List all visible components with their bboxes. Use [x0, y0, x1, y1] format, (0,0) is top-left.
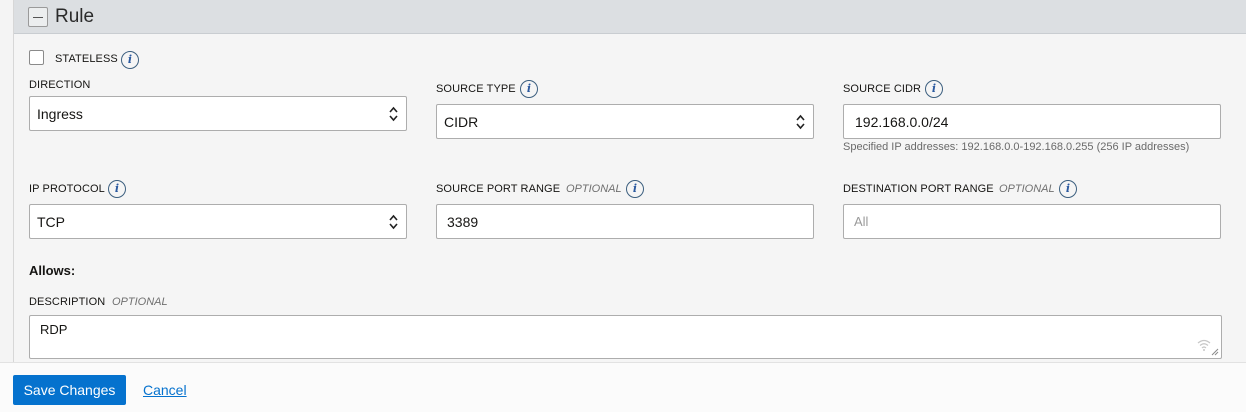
destination-port-range-placeholder: All	[854, 214, 869, 229]
footer-bar: Save Changes Cancel	[0, 362, 1246, 412]
chevron-updown-icon	[796, 114, 805, 130]
panel-header: Rule	[14, 0, 1246, 34]
description-optional: OPTIONAL	[112, 296, 168, 308]
description-textarea[interactable]: RDP	[29, 315, 1222, 359]
source-cidr-hint: Specified IP addresses: 192.168.0.0-192.…	[843, 141, 1190, 153]
source-cidr-input[interactable]: 192.168.0.0/24	[843, 104, 1221, 139]
source-type-label: SOURCE TYPE	[436, 83, 516, 95]
password-manager-icon[interactable]	[1197, 339, 1211, 351]
save-changes-button[interactable]: Save Changes	[13, 375, 126, 405]
source-type-info-icon[interactable]: i	[520, 80, 538, 98]
stateless-label: STATELESS	[55, 53, 118, 65]
chevron-updown-icon	[389, 214, 398, 230]
ip-protocol-select[interactable]: TCP	[29, 204, 407, 239]
rule-panel: Rule STATELESS i DIRECTION Ingress SOURC…	[13, 0, 1246, 362]
ip-protocol-value: TCP	[37, 213, 65, 230]
source-type-select[interactable]: CIDR	[436, 104, 814, 139]
panel-title: Rule	[55, 6, 95, 27]
resize-handle-icon[interactable]	[1211, 348, 1219, 356]
allows-heading: Allows:	[29, 263, 76, 278]
stateless-checkbox[interactable]	[29, 50, 44, 65]
direction-select[interactable]: Ingress	[29, 96, 407, 131]
ip-protocol-label: IP PROTOCOL	[29, 183, 105, 195]
source-port-range-value: 3389	[447, 213, 479, 230]
source-cidr-value: 192.168.0.0/24	[855, 113, 949, 130]
source-port-range-optional: OPTIONAL	[566, 183, 622, 195]
collapse-button[interactable]	[28, 7, 48, 27]
destination-port-range-input[interactable]: All	[843, 204, 1221, 239]
source-type-value: CIDR	[444, 113, 479, 130]
chevron-updown-icon	[389, 106, 398, 122]
source-port-range-label: SOURCE PORT RANGE	[436, 183, 561, 195]
destination-port-range-label: DESTINATION PORT RANGE	[843, 183, 994, 195]
source-cidr-label: SOURCE CIDR	[843, 83, 922, 95]
destination-port-range-info-icon[interactable]: i	[1059, 180, 1077, 198]
description-label: DESCRIPTION	[29, 296, 106, 308]
description-value: RDP	[40, 322, 68, 337]
direction-label: DIRECTION	[29, 79, 91, 91]
destination-port-range-optional: OPTIONAL	[999, 183, 1055, 195]
source-port-range-input[interactable]: 3389	[436, 204, 814, 239]
ip-protocol-info-icon[interactable]: i	[108, 180, 126, 198]
direction-value: Ingress	[37, 105, 83, 122]
source-cidr-info-icon[interactable]: i	[925, 80, 943, 98]
source-port-range-info-icon[interactable]: i	[626, 180, 644, 198]
stateless-info-icon[interactable]: i	[121, 51, 139, 69]
cancel-link[interactable]: Cancel	[143, 382, 187, 398]
